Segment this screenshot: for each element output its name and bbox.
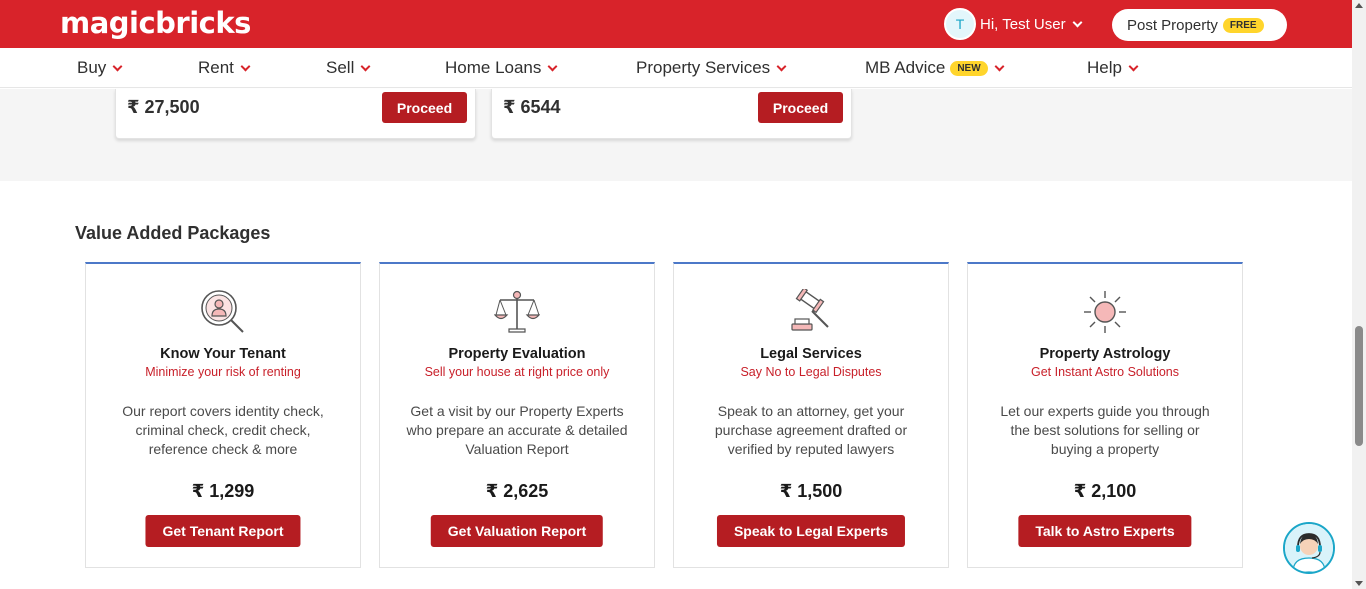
nav-label: Home Loans [445,58,542,77]
magicbricks-logo[interactable]: magicbricks [60,6,251,40]
nav-label: Buy [77,58,107,77]
scales-icon [494,290,540,333]
nav-label: Help [1087,58,1122,77]
package-description: Speak to an attorney, get your purchase … [714,403,908,457]
package-subtitle: Minimize your risk of renting [145,365,301,379]
proceed-button[interactable]: Proceed [382,92,467,123]
post-property-button[interactable]: Post Property FREE [1112,9,1287,41]
free-badge: FREE [1222,17,1264,33]
main-nav: Buy Rent Sell Home Loans Property Servic… [0,48,1352,88]
nav-item-home-loans[interactable]: Home Loans [445,48,558,88]
post-property-label: Post Property [1127,16,1218,34]
nav-item-help[interactable]: Help [1087,48,1139,88]
support-agent-icon [1285,524,1333,572]
package-price: ₹ 1,500 [779,481,843,501]
plan-card: ₹ 6544 Proceed [491,89,852,139]
talk-to-astro-experts-button[interactable]: Talk to Astro Experts [1018,515,1192,547]
user-avatar: T [944,8,976,40]
package-description: Our report covers identity check, crimin… [122,403,324,457]
package-price: ₹ 2,100 [1073,481,1137,501]
new-badge: NEW [950,60,988,76]
plan-price: ₹ 27,500 [127,97,200,117]
scroll-down-icon[interactable] [1355,581,1363,586]
package-card-evaluation: Property Evaluation Sell your house at r… [379,262,655,568]
chevron-down-icon [360,61,371,71]
nav-label: Sell [326,58,355,77]
package-card-astrology: Property Astrology Get Instant Astro Sol… [967,262,1243,568]
nav-label: MB Advice [865,58,946,77]
chevron-down-icon [112,61,123,71]
package-price: ₹ 1,299 [191,481,255,501]
package-subtitle: Say No to Legal Disputes [740,365,882,379]
nav-item-rent[interactable]: Rent [198,48,251,88]
section-title: Value Added Packages [75,223,271,243]
tenant-search-icon [201,290,244,333]
chevron-down-icon [776,61,787,71]
proceed-button[interactable]: Proceed [758,92,843,123]
scrollbar-thumb[interactable] [1355,326,1363,446]
chevron-down-icon [1128,61,1139,71]
sun-icon [1084,291,1126,333]
page-scrollbar[interactable] [1352,0,1366,589]
package-description: Let our experts guide you through the be… [1000,403,1210,457]
speak-to-legal-experts-button[interactable]: Speak to Legal Experts [716,515,906,547]
package-card-tenant: Know Your Tenant Minimize your risk of r… [85,262,361,568]
get-valuation-report-button[interactable]: Get Valuation Report [430,515,604,547]
package-subtitle: Get Instant Astro Solutions [1031,365,1179,379]
top-header: magicbricks T Hi, Test User Post Propert… [0,0,1352,48]
chevron-down-icon [547,61,558,71]
package-title: Property Evaluation [448,346,586,362]
nav-item-buy[interactable]: Buy [77,48,123,88]
chevron-down-icon [240,61,251,71]
chat-support-button[interactable] [1283,522,1335,574]
package-title: Know Your Tenant [160,346,286,362]
package-description: Get a visit by our Property Experts who … [406,403,628,457]
chevron-down-icon [994,61,1005,71]
nav-item-mb-advice[interactable]: MB Advice NEW [865,48,1005,88]
package-title: Property Astrology [1039,346,1171,362]
nav-label: Rent [198,58,234,77]
package-title: Legal Services [760,346,862,362]
nav-label: Property Services [636,58,771,77]
get-tenant-report-button[interactable]: Get Tenant Report [145,515,301,547]
plan-price: ₹ 6544 [503,97,561,117]
user-menu[interactable]: T Hi, Test User [944,8,1083,40]
plan-card: ₹ 27,500 Proceed [115,89,476,139]
nav-item-property-services[interactable]: Property Services [636,48,787,88]
user-greeting: Hi, Test User [980,15,1066,33]
package-subtitle: Sell your house at right price only [424,365,610,379]
gavel-icon [791,289,829,331]
chevron-down-icon [1072,17,1083,27]
nav-item-sell[interactable]: Sell [326,48,371,88]
scroll-up-icon[interactable] [1355,3,1363,8]
package-price: ₹ 2,625 [485,481,549,501]
package-card-legal: Legal Services Say No to Legal Disputes … [673,262,949,568]
